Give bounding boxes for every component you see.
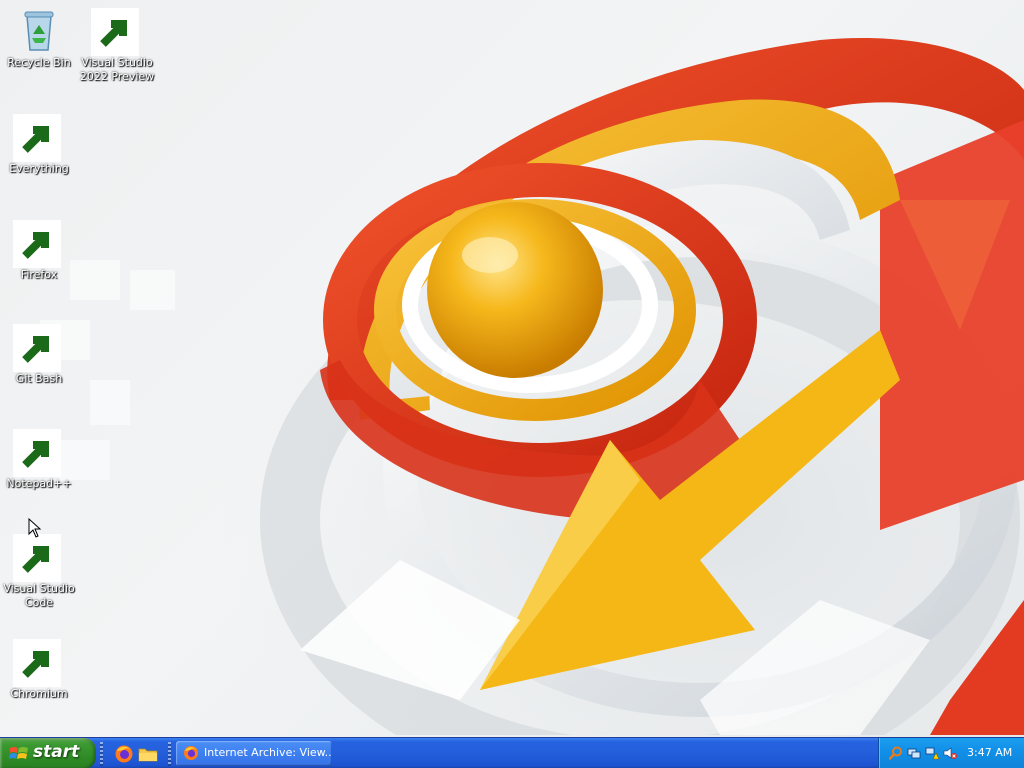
desktop-icon-notepad-plus-plus[interactable]: Notepad++	[1, 427, 77, 491]
taskbar-button-label: Internet Archive: View...	[204, 746, 332, 759]
desktop-icon-label: Everything	[9, 162, 69, 175]
desktop-icon-label: Notepad++	[6, 477, 72, 490]
taskbar-grip[interactable]	[168, 742, 171, 766]
quick-launch-folder[interactable]	[138, 744, 158, 764]
desktop-icon-label: Chromium	[10, 687, 68, 700]
desktop[interactable]: Recycle Bin Visual Studio 2022 Preview E…	[0, 0, 1024, 768]
start-button[interactable]: start	[0, 738, 96, 768]
shortcut-arrow-icon	[91, 8, 139, 56]
shortcut-arrow-icon	[13, 639, 61, 687]
tray-network-alert[interactable]	[925, 746, 939, 760]
tray-clock[interactable]: 3:47 AM	[967, 746, 1012, 759]
desktop-icon-label: Recycle Bin	[7, 56, 71, 69]
shortcut-arrow-icon	[13, 114, 61, 162]
firefox-icon	[184, 746, 198, 760]
desktop-icon-visual-studio-2022-preview[interactable]: Visual Studio 2022 Preview	[79, 6, 155, 84]
magnifier-icon	[889, 746, 902, 760]
shortcut-arrow-icon	[13, 324, 61, 372]
shortcut-arrow-icon	[13, 220, 61, 268]
shortcut-arrow-icon	[13, 534, 61, 582]
network-alert-icon	[925, 747, 939, 760]
taskbar-grip[interactable]	[100, 742, 103, 766]
wallpaper	[40, 38, 1024, 735]
mouse-cursor-icon	[28, 518, 42, 538]
desktop-icon-label: Firefox	[20, 268, 58, 281]
start-label: start	[33, 742, 80, 762]
quick-launch-bar	[104, 738, 170, 768]
firefox-icon	[115, 745, 133, 763]
desktop-icon-recycle-bin[interactable]: Recycle Bin	[1, 6, 77, 70]
desktop-icon-firefox[interactable]: Firefox	[1, 218, 77, 282]
tray-everything[interactable]	[889, 746, 903, 760]
desktop-icon-git-bash[interactable]: Git Bash	[1, 322, 77, 386]
folder-icon	[138, 748, 158, 762]
desktop-icon-chromium[interactable]: Chromium	[1, 637, 77, 701]
quick-launch-firefox[interactable]	[114, 744, 134, 764]
desktop-icon-everything[interactable]: Everything	[1, 112, 77, 176]
system-tray: 3:47 AM	[878, 738, 1024, 768]
desktop-icon-label: Visual Studio 2022 Preview	[79, 56, 155, 83]
tray-volume[interactable]	[943, 746, 957, 760]
windows-logo-icon	[9, 747, 28, 759]
recycle-bin-icon	[24, 11, 54, 51]
shortcut-arrow-icon	[13, 429, 61, 477]
network-icon	[907, 748, 921, 759]
desktop-icon-label: Git Bash	[15, 372, 63, 385]
desktop-icon-label: Visual Studio Code	[3, 582, 75, 609]
desktop-icon-visual-studio-code[interactable]: Visual Studio Code	[1, 532, 77, 610]
taskbar: start Internet Archive: View... 3:47 AM	[0, 737, 1024, 768]
taskbar-button-internet-archive[interactable]: Internet Archive: View...	[176, 741, 332, 766]
tray-network[interactable]	[907, 746, 921, 760]
volume-muted-icon	[943, 747, 957, 759]
